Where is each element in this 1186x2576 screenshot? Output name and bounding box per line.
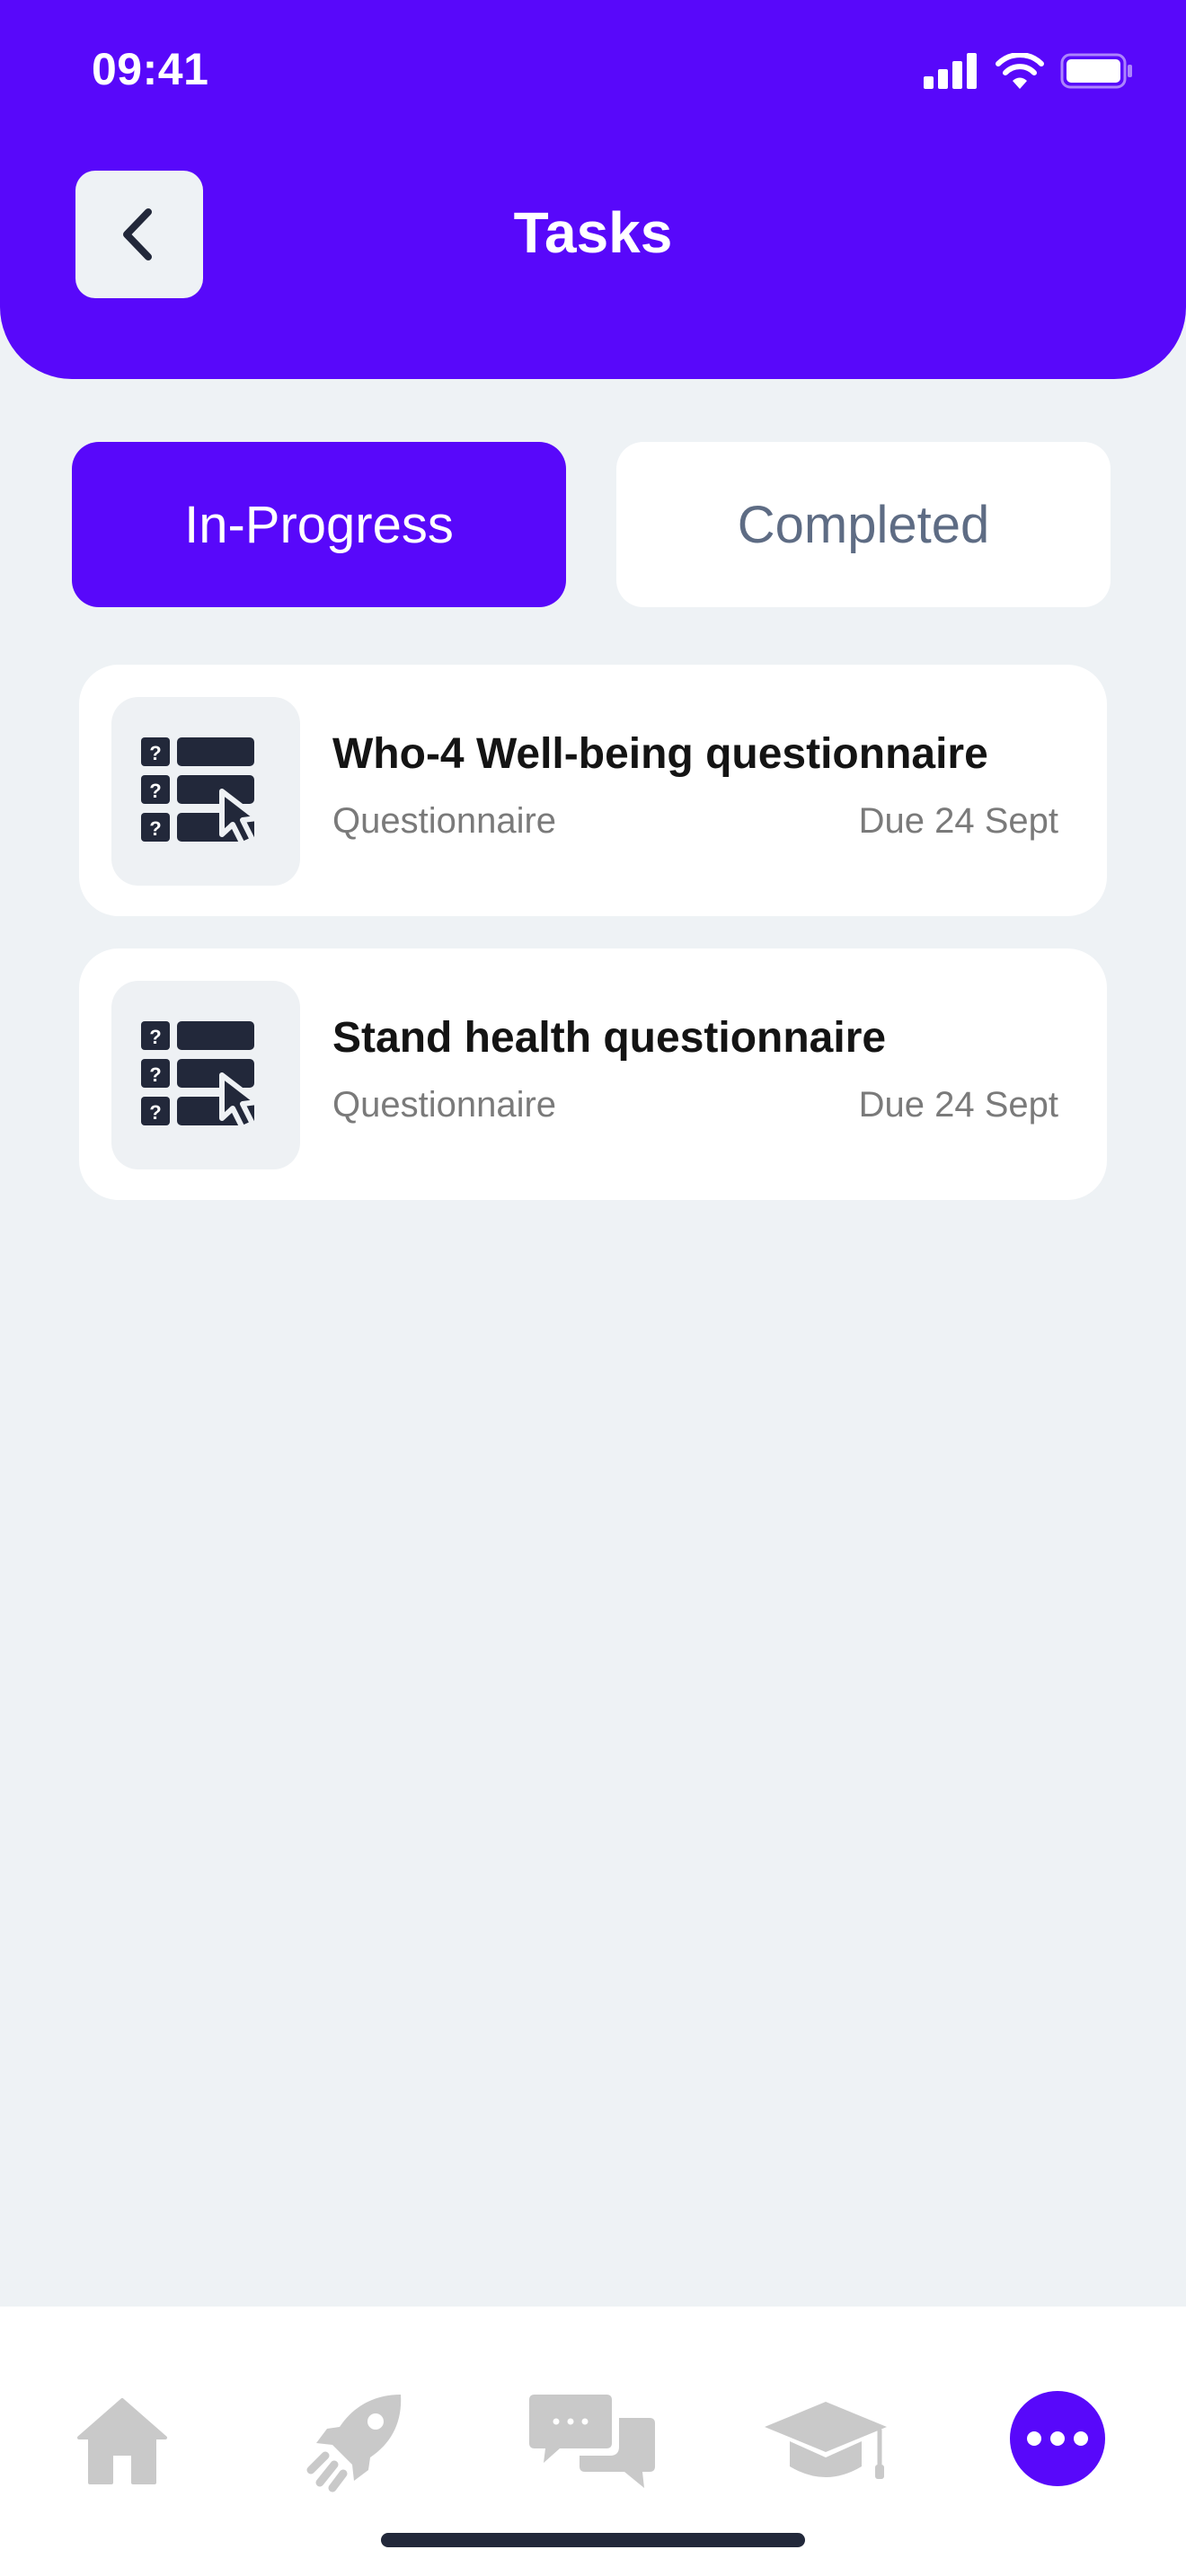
battery-icon bbox=[1060, 53, 1132, 89]
questionnaire-icon: ? ? ? bbox=[141, 737, 260, 845]
svg-text:?: ? bbox=[149, 742, 161, 764]
nav-home[interactable] bbox=[59, 2387, 185, 2495]
task-icon-box: ? ? ? bbox=[111, 697, 300, 886]
graduation-cap-icon bbox=[765, 2402, 887, 2479]
status-time: 09:41 bbox=[92, 44, 209, 94]
svg-text:?: ? bbox=[149, 817, 161, 840]
task-title: Stand health questionnaire bbox=[332, 1014, 887, 1062]
more-icon bbox=[1027, 2431, 1041, 2446]
nav-rocket[interactable] bbox=[293, 2387, 419, 2495]
status-icons bbox=[924, 49, 1134, 93]
task-card[interactable]: ? ? ? Stand health questionnaire Questio… bbox=[79, 948, 1107, 1200]
page-title: Tasks bbox=[513, 200, 673, 265]
tasks-screen: 09:41 Tasks In-Progress Completed ? ? ? … bbox=[0, 0, 1186, 2576]
home-icon bbox=[77, 2398, 167, 2484]
task-icon-box: ? ? ? bbox=[111, 981, 300, 1169]
chat-icon bbox=[529, 2395, 655, 2488]
task-due-date: Due 24 Sept bbox=[858, 1085, 1058, 1125]
rocket-icon bbox=[306, 2395, 402, 2492]
svg-text:?: ? bbox=[149, 1063, 161, 1086]
svg-text:?: ? bbox=[149, 780, 161, 802]
nav-chat[interactable] bbox=[527, 2387, 658, 2495]
task-title: Who-4 Well-being questionnaire bbox=[332, 730, 988, 778]
signal-icon bbox=[924, 53, 977, 89]
nav-learning[interactable] bbox=[760, 2387, 891, 2495]
svg-text:?: ? bbox=[149, 1101, 161, 1124]
tab-completed[interactable]: Completed bbox=[616, 442, 1111, 607]
task-card[interactable]: ? ? ? Who-4 Well-being questionnaire Que… bbox=[79, 665, 1107, 916]
questionnaire-icon: ? ? ? bbox=[141, 1021, 260, 1129]
task-due-date: Due 24 Sept bbox=[858, 801, 1058, 841]
nav-more[interactable] bbox=[1010, 2391, 1105, 2486]
svg-text:?: ? bbox=[149, 1026, 161, 1048]
more-icon bbox=[1074, 2431, 1088, 2446]
task-type: Questionnaire bbox=[332, 1085, 557, 1125]
tab-in-progress[interactable]: In-Progress bbox=[72, 442, 566, 607]
more-icon bbox=[1050, 2431, 1065, 2446]
wifi-icon bbox=[996, 53, 1044, 89]
header: 09:41 Tasks bbox=[0, 0, 1186, 379]
task-type: Questionnaire bbox=[332, 801, 557, 841]
home-indicator bbox=[381, 2533, 805, 2547]
